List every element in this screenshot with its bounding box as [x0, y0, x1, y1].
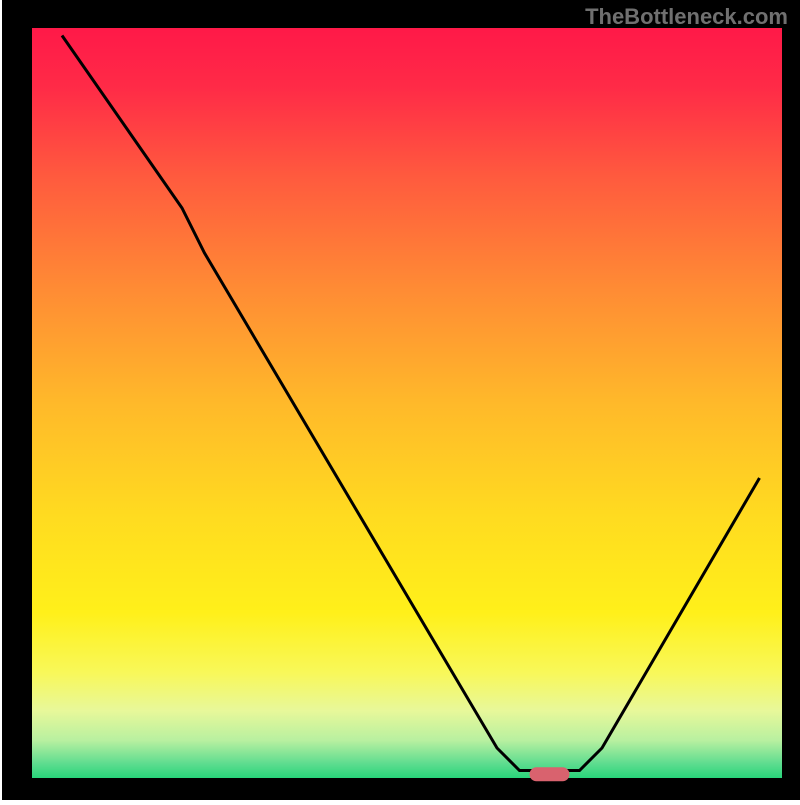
bottleneck-chart — [0, 0, 800, 800]
chart-svg — [0, 0, 800, 800]
optimal-marker — [530, 767, 570, 781]
watermark-text: TheBottleneck.com — [585, 4, 788, 30]
gradient-background — [32, 28, 782, 778]
